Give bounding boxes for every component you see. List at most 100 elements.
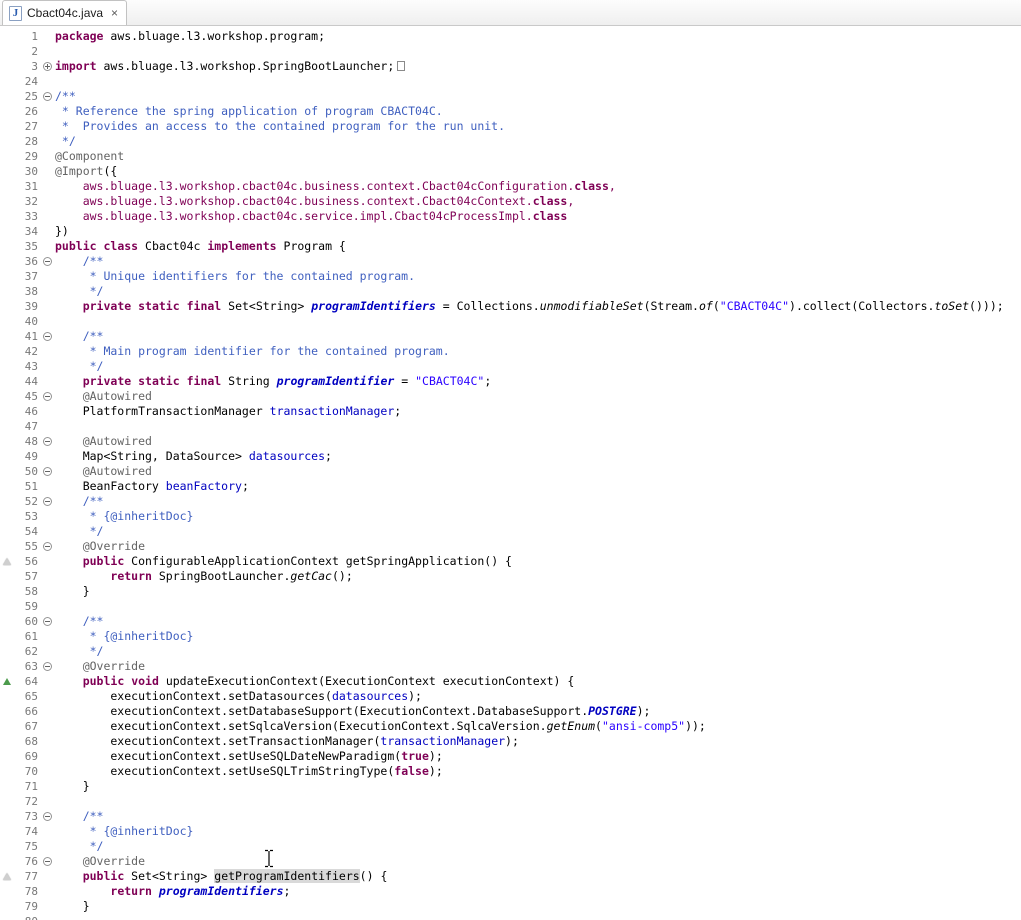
line-number[interactable]: 34 [13, 224, 39, 239]
code-text[interactable]: * Unique identifiers for the contained p… [55, 269, 1021, 284]
code-text[interactable]: aws.bluage.l3.workshop.cbact04c.business… [55, 194, 1021, 209]
code-text[interactable]: @Override [55, 539, 1021, 554]
line-number[interactable]: 60 [13, 614, 39, 629]
line-number[interactable]: 26 [13, 104, 39, 119]
code-text[interactable] [55, 599, 1021, 614]
code-text[interactable]: }) [55, 224, 1021, 239]
code-text[interactable] [55, 314, 1021, 329]
line-number[interactable]: 37 [13, 269, 39, 284]
collapse-fold-icon[interactable] [43, 497, 52, 506]
code-text[interactable]: executionContext.setTransactionManager(t… [55, 734, 1021, 749]
code-text[interactable] [55, 419, 1021, 434]
close-tab-icon[interactable]: × [111, 7, 118, 19]
line-number[interactable]: 58 [13, 584, 39, 599]
code-text[interactable]: PlatformTransactionManager transactionMa… [55, 404, 1021, 419]
line-number[interactable]: 30 [13, 164, 39, 179]
code-text[interactable] [55, 794, 1021, 809]
fold-column[interactable] [39, 89, 55, 104]
line-number[interactable]: 59 [13, 599, 39, 614]
line-number[interactable]: 2 [13, 44, 39, 59]
code-text[interactable]: public Set<String> getProgramIdentifiers… [55, 869, 1021, 884]
code-text[interactable]: executionContext.setDatabaseSupport(Exec… [55, 704, 1021, 719]
expand-fold-icon[interactable] [43, 62, 52, 71]
line-number[interactable]: 38 [13, 284, 39, 299]
line-number[interactable]: 47 [13, 419, 39, 434]
fold-column[interactable] [39, 539, 55, 554]
fold-column[interactable] [39, 254, 55, 269]
fold-column[interactable] [39, 659, 55, 674]
line-number[interactable]: 54 [13, 524, 39, 539]
code-text[interactable]: */ [55, 359, 1021, 374]
line-number[interactable]: 33 [13, 209, 39, 224]
fold-column[interactable] [39, 614, 55, 629]
fold-column[interactable] [39, 809, 55, 824]
code-text[interactable] [55, 74, 1021, 89]
code-text[interactable]: @Autowired [55, 464, 1021, 479]
line-number[interactable]: 65 [13, 689, 39, 704]
code-text[interactable]: return SpringBootLauncher.getCac(); [55, 569, 1021, 584]
line-number[interactable]: 31 [13, 179, 39, 194]
line-number[interactable]: 1 [13, 29, 39, 44]
line-number[interactable]: 74 [13, 824, 39, 839]
line-number[interactable]: 28 [13, 134, 39, 149]
code-text[interactable]: executionContext.setDatasources(datasour… [55, 689, 1021, 704]
line-number[interactable]: 78 [13, 884, 39, 899]
code-text[interactable]: @Autowired [55, 389, 1021, 404]
fold-column[interactable] [39, 59, 55, 74]
line-number[interactable]: 41 [13, 329, 39, 344]
collapse-fold-icon[interactable] [43, 467, 52, 476]
line-number[interactable]: 24 [13, 74, 39, 89]
code-text[interactable]: * Reference the spring application of pr… [55, 104, 1021, 119]
line-number[interactable]: 29 [13, 149, 39, 164]
line-number[interactable]: 56 [13, 554, 39, 569]
line-number[interactable]: 35 [13, 239, 39, 254]
line-number[interactable]: 62 [13, 644, 39, 659]
line-number[interactable]: 80 [13, 914, 39, 920]
code-text[interactable]: aws.bluage.l3.workshop.cbact04c.service.… [55, 209, 1021, 224]
collapse-fold-icon[interactable] [43, 542, 52, 551]
code-text[interactable]: /** [55, 494, 1021, 509]
code-text[interactable]: */ [55, 839, 1021, 854]
collapse-fold-icon[interactable] [43, 92, 52, 101]
code-text[interactable]: * Main program identifier for the contai… [55, 344, 1021, 359]
line-number[interactable]: 40 [13, 314, 39, 329]
collapse-fold-icon[interactable] [43, 437, 52, 446]
collapse-fold-icon[interactable] [43, 857, 52, 866]
fold-column[interactable] [39, 329, 55, 344]
code-text[interactable]: @Import({ [55, 164, 1021, 179]
code-text[interactable]: /** [55, 89, 1021, 104]
fold-column[interactable] [39, 854, 55, 869]
line-number[interactable]: 43 [13, 359, 39, 374]
fold-column[interactable] [39, 464, 55, 479]
line-number[interactable]: 42 [13, 344, 39, 359]
collapse-fold-icon[interactable] [43, 617, 52, 626]
line-number[interactable]: 70 [13, 764, 39, 779]
line-number[interactable]: 67 [13, 719, 39, 734]
code-text[interactable]: executionContext.setUseSQLDateNewParadig… [55, 749, 1021, 764]
line-number[interactable]: 61 [13, 629, 39, 644]
code-text[interactable] [55, 44, 1021, 59]
collapse-fold-icon[interactable] [43, 812, 52, 821]
line-number[interactable]: 32 [13, 194, 39, 209]
fold-column[interactable] [39, 494, 55, 509]
collapse-fold-icon[interactable] [43, 332, 52, 341]
code-text[interactable]: private static final Set<String> program… [55, 299, 1021, 314]
line-number[interactable]: 72 [13, 794, 39, 809]
line-number[interactable]: 75 [13, 839, 39, 854]
code-text[interactable]: import aws.bluage.l3.workshop.SpringBoot… [55, 59, 1021, 74]
fold-column[interactable] [39, 389, 55, 404]
line-number[interactable]: 64 [13, 674, 39, 689]
code-text[interactable]: executionContext.setUseSQLTrimStringType… [55, 764, 1021, 779]
code-text[interactable]: } [55, 584, 1021, 599]
line-number[interactable]: 45 [13, 389, 39, 404]
code-text[interactable]: } [55, 779, 1021, 794]
editor[interactable]: 1package aws.bluage.l3.workshop.program;… [0, 26, 1021, 920]
code-text[interactable]: private static final String programIdent… [55, 374, 1021, 389]
code-text[interactable]: public class Cbact04c implements Program… [55, 239, 1021, 254]
code-text[interactable]: /** [55, 809, 1021, 824]
line-number[interactable]: 68 [13, 734, 39, 749]
line-number[interactable]: 51 [13, 479, 39, 494]
line-number[interactable]: 39 [13, 299, 39, 314]
code-text[interactable]: aws.bluage.l3.workshop.cbact04c.business… [55, 179, 1021, 194]
line-number[interactable]: 76 [13, 854, 39, 869]
